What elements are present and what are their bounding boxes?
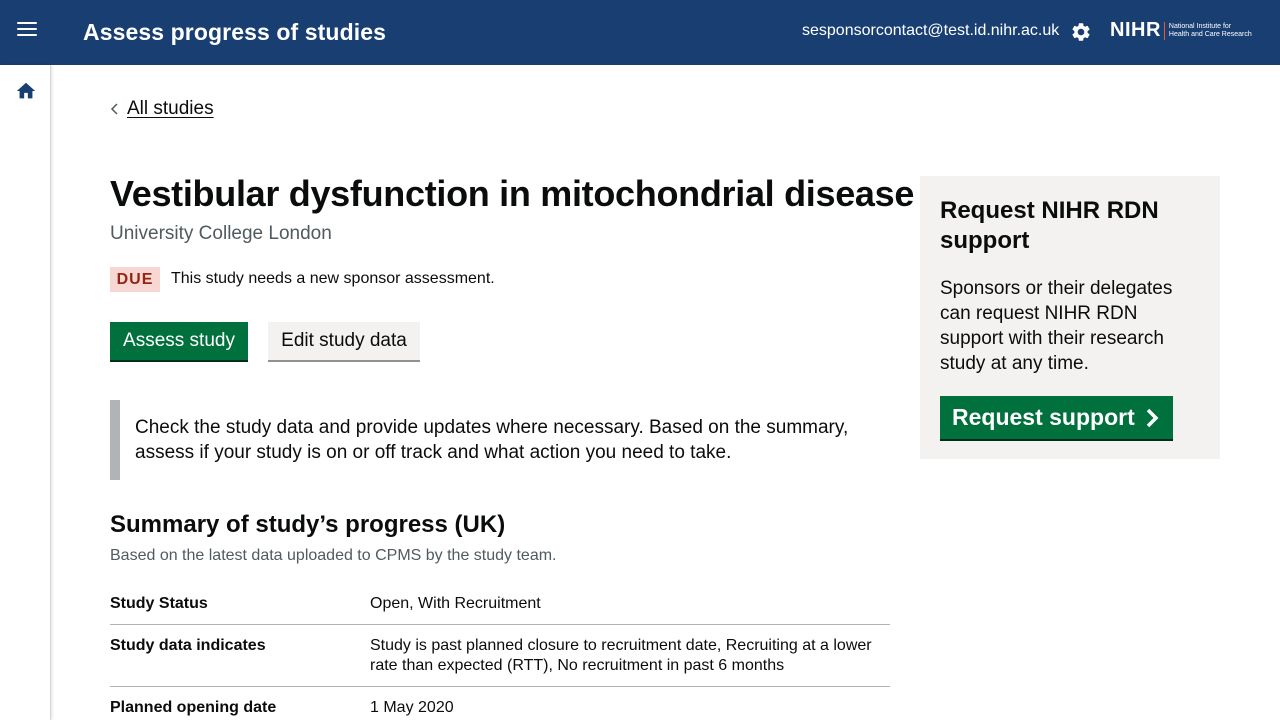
nihr-logo-subtitle: National Institute for Health and Care R… bbox=[1169, 23, 1252, 39]
request-support-button[interactable]: Request support bbox=[940, 396, 1173, 441]
gear-icon[interactable] bbox=[1070, 21, 1092, 43]
logo-divider bbox=[1163, 21, 1165, 40]
back-link[interactable]: All studies bbox=[110, 98, 214, 120]
summary-value: Study is past planned closure to recruit… bbox=[370, 637, 872, 674]
chevron-left-icon bbox=[110, 103, 118, 115]
nihr-logo: NIHR National Institute for Health and C… bbox=[1110, 19, 1252, 42]
summary-key: Study Status bbox=[110, 595, 208, 612]
side-panel-body: Sponsors or their delegates can request … bbox=[940, 278, 1173, 374]
request-support-panel: Request NIHR RDN support Sponsors or the… bbox=[920, 176, 1220, 459]
menu-icon[interactable] bbox=[17, 22, 37, 42]
status-message: This study needs a new sponsor assessmen… bbox=[171, 270, 495, 287]
summary-value: 1 May 2020 bbox=[370, 699, 454, 716]
summary-key: Study data indicates bbox=[110, 637, 266, 654]
assess-study-button[interactable]: Assess study bbox=[110, 322, 248, 362]
logo-sub-line-2: Health and Care Research bbox=[1168, 30, 1252, 38]
page-title: Vestibular dysfunction in mitochondrial … bbox=[110, 173, 915, 214]
home-icon[interactable] bbox=[15, 80, 37, 102]
sidebar bbox=[0, 65, 51, 720]
back-link-label[interactable]: All studies bbox=[127, 98, 214, 120]
summary-subheading: Based on the latest data uploaded to CPM… bbox=[110, 547, 557, 564]
app-header: Assess progress of studies sesponsorcont… bbox=[0, 0, 1280, 65]
app-title: Assess progress of studies bbox=[83, 19, 386, 45]
chevron-right-icon bbox=[1146, 408, 1159, 427]
summary-key: Planned opening date bbox=[110, 699, 277, 716]
summary-value: Open, With Recruitment bbox=[370, 595, 541, 612]
side-panel-heading: Request NIHR RDN support bbox=[940, 197, 1159, 254]
user-email: sesponsorcontact@test.id.nihr.ac.uk bbox=[802, 22, 1060, 39]
logo-sub-line-1: National Institute for bbox=[1168, 22, 1232, 30]
summary-heading: Summary of study’s progress (UK) bbox=[110, 511, 506, 538]
summary-row: Study data indicates Study is past plann… bbox=[110, 625, 890, 687]
nihr-logo-text: NIHR bbox=[1110, 19, 1161, 41]
request-support-label: Request support bbox=[952, 404, 1135, 430]
edit-study-data-button[interactable]: Edit study data bbox=[268, 322, 420, 362]
inset-text: Check the study data and provide updates… bbox=[110, 400, 870, 480]
summary-row: Study Status Open, With Recruitment bbox=[110, 583, 890, 625]
status-badge: DUE bbox=[110, 267, 160, 292]
summary-row: Planned opening date 1 May 2020 bbox=[110, 687, 890, 720]
study-organisation: University College London bbox=[110, 223, 332, 244]
summary-list: Study Status Open, With Recruitment Stud… bbox=[110, 583, 890, 720]
